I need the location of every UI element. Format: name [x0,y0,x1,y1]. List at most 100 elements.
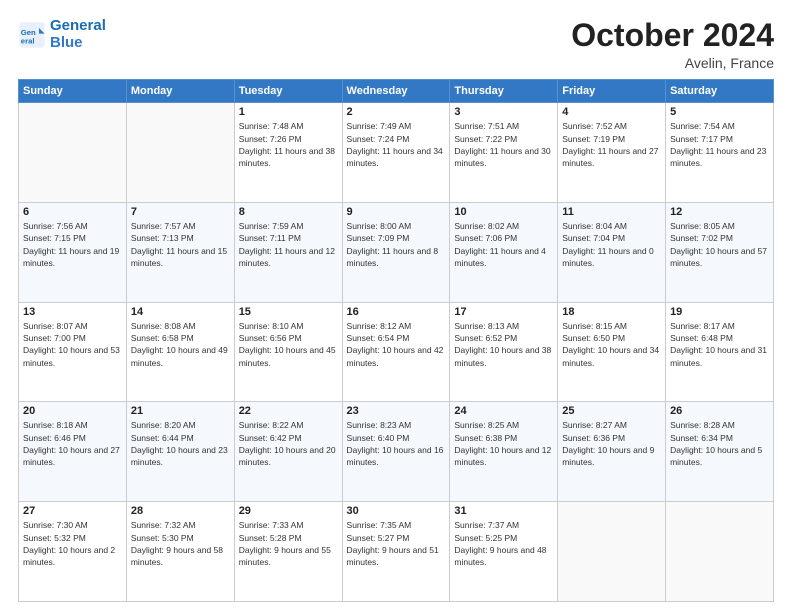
table-row: 16 Sunrise: 8:12 AMSunset: 6:54 PMDayligh… [342,302,450,402]
page: Gen eral General Blue October 2024 Aveli… [0,0,792,612]
day-number: 16 [347,306,446,318]
table-row: 23Sunrise: 8:23 AMSunset: 6:40 PMDayligh… [342,402,450,502]
svg-text:Gen: Gen [21,28,36,37]
week-row-2: 6 Sunrise: 7:56 AMSunset: 7:15 PMDaylight… [19,202,774,302]
day-number: 3 [454,106,553,118]
day-number: 11 [562,206,661,218]
table-row: 30Sunrise: 7:35 AMSunset: 5:27 PMDayligh… [342,502,450,602]
day-info: Sunrise: 8:13 AMSunset: 6:52 PMDaylight:… [454,320,553,369]
day-info: Sunrise: 8:27 AMSunset: 6:36 PMDaylight:… [562,419,661,468]
header-saturday: Saturday [666,80,774,103]
table-row: 6 Sunrise: 7:56 AMSunset: 7:15 PMDaylight… [19,202,127,302]
day-info: Sunrise: 8:12 AMSunset: 6:54 PMDaylight:… [347,320,446,369]
table-row: 29 Sunrise: 7:33 AMSunset: 5:28 PMDayligh… [234,502,342,602]
day-number: 10 [454,206,553,218]
table-row: 8Sunrise: 7:59 AMSunset: 7:11 PMDaylight… [234,202,342,302]
day-info: Sunrise: 7:57 AMSunset: 7:13 PMDaylight:… [131,220,230,269]
day-number: 2 [347,106,446,118]
day-number: 25 [562,405,661,417]
day-info: Sunrise: 8:23 AMSunset: 6:40 PMDaylight:… [347,419,446,468]
day-number: 6 [23,206,122,218]
calendar-table: Sunday Monday Tuesday Wednesday Thursday… [18,79,774,602]
day-number: 26 [670,405,769,417]
day-info: Sunrise: 7:33 AMSunset: 5:28 PMDaylight:… [239,519,338,568]
day-number: 7 [131,206,230,218]
day-number: 19 [670,306,769,318]
day-number: 17 [454,306,553,318]
table-row: 3 Sunrise: 7:51 AMSunset: 7:22 PMDaylight… [450,103,558,203]
day-number: 9 [347,206,446,218]
table-row [558,502,666,602]
day-info: Sunrise: 8:17 AMSunset: 6:48 PMDaylight:… [670,320,769,369]
day-number: 18 [562,306,661,318]
day-info: Sunrise: 7:32 AMSunset: 5:30 PMDaylight:… [131,519,230,568]
weekday-header-row: Sunday Monday Tuesday Wednesday Thursday… [19,80,774,103]
day-number: 13 [23,306,122,318]
table-row [19,103,127,203]
table-row: 4Sunrise: 7:52 AMSunset: 7:19 PMDaylight… [558,103,666,203]
table-row: 21Sunrise: 8:20 AMSunset: 6:44 PMDayligh… [126,402,234,502]
day-info: Sunrise: 7:37 AMSunset: 5:25 PMDaylight:… [454,519,553,568]
table-row: 7 Sunrise: 7:57 AMSunset: 7:13 PMDaylight… [126,202,234,302]
day-info: Sunrise: 8:25 AMSunset: 6:38 PMDaylight:… [454,419,553,468]
table-row: 19 Sunrise: 8:17 AMSunset: 6:48 PMDayligh… [666,302,774,402]
day-number: 12 [670,206,769,218]
day-number: 24 [454,405,553,417]
table-row: 17 Sunrise: 8:13 AMSunset: 6:52 PMDayligh… [450,302,558,402]
table-row: 5Sunrise: 7:54 AMSunset: 7:17 PMDaylight… [666,103,774,203]
table-row: 26 Sunrise: 8:28 AMSunset: 6:34 PMDayligh… [666,402,774,502]
day-number: 29 [239,505,338,517]
day-number: 1 [239,106,338,118]
logo: Gen eral General Blue [18,18,106,51]
location: Avelin, France [571,55,774,71]
header-monday: Monday [126,80,234,103]
table-row: 27Sunrise: 7:30 AMSunset: 5:32 PMDayligh… [19,502,127,602]
header: Gen eral General Blue October 2024 Aveli… [18,18,774,71]
day-info: Sunrise: 7:48 AMSunset: 7:26 PMDaylight:… [239,120,338,169]
title-block: October 2024 Avelin, France [571,18,774,71]
day-info: Sunrise: 8:02 AMSunset: 7:06 PMDaylight:… [454,220,553,269]
logo-line2: Blue [50,34,83,51]
table-row: 1 Sunrise: 7:48 AMSunset: 7:26 PMDaylight… [234,103,342,203]
day-number: 20 [23,405,122,417]
table-row: 10 Sunrise: 8:02 AMSunset: 7:06 PMDayligh… [450,202,558,302]
logo-icon: Gen eral [18,21,46,49]
day-info: Sunrise: 8:07 AMSunset: 7:00 PMDaylight:… [23,320,122,369]
table-row: 9Sunrise: 8:00 AMSunset: 7:09 PMDaylight… [342,202,450,302]
day-number: 14 [131,306,230,318]
table-row: 25 Sunrise: 8:27 AMSunset: 6:36 PMDayligh… [558,402,666,502]
day-number: 4 [562,106,661,118]
day-number: 21 [131,405,230,417]
day-info: Sunrise: 8:28 AMSunset: 6:34 PMDaylight:… [670,419,769,468]
day-info: Sunrise: 8:15 AMSunset: 6:50 PMDaylight:… [562,320,661,369]
day-number: 22 [239,405,338,417]
day-info: Sunrise: 8:05 AMSunset: 7:02 PMDaylight:… [670,220,769,269]
day-info: Sunrise: 8:10 AMSunset: 6:56 PMDaylight:… [239,320,338,369]
month-title: October 2024 [571,18,774,53]
table-row: 13 Sunrise: 8:07 AMSunset: 7:00 PMDayligh… [19,302,127,402]
table-row: 20Sunrise: 8:18 AMSunset: 6:46 PMDayligh… [19,402,127,502]
day-number: 27 [23,505,122,517]
day-info: Sunrise: 7:56 AMSunset: 7:15 PMDaylight:… [23,220,122,269]
day-number: 5 [670,106,769,118]
day-info: Sunrise: 8:22 AMSunset: 6:42 PMDaylight:… [239,419,338,468]
svg-text:eral: eral [21,36,35,45]
table-row: 14 Sunrise: 8:08 AMSunset: 6:58 PMDayligh… [126,302,234,402]
table-row: 12 Sunrise: 8:05 AMSunset: 7:02 PMDayligh… [666,202,774,302]
day-info: Sunrise: 8:04 AMSunset: 7:04 PMDaylight:… [562,220,661,269]
day-number: 15 [239,306,338,318]
day-info: Sunrise: 7:59 AMSunset: 7:11 PMDaylight:… [239,220,338,269]
week-row-3: 13 Sunrise: 8:07 AMSunset: 7:00 PMDayligh… [19,302,774,402]
logo-line1: General [50,17,106,34]
table-row: 22 Sunrise: 8:22 AMSunset: 6:42 PMDayligh… [234,402,342,502]
day-number: 28 [131,505,230,517]
header-sunday: Sunday [19,80,127,103]
table-row: 2Sunrise: 7:49 AMSunset: 7:24 PMDaylight… [342,103,450,203]
table-row: 15 Sunrise: 8:10 AMSunset: 6:56 PMDayligh… [234,302,342,402]
table-row [126,103,234,203]
table-row [666,502,774,602]
table-row: 18 Sunrise: 8:15 AMSunset: 6:50 PMDayligh… [558,302,666,402]
day-info: Sunrise: 8:08 AMSunset: 6:58 PMDaylight:… [131,320,230,369]
day-info: Sunrise: 7:51 AMSunset: 7:22 PMDaylight:… [454,120,553,169]
header-wednesday: Wednesday [342,80,450,103]
